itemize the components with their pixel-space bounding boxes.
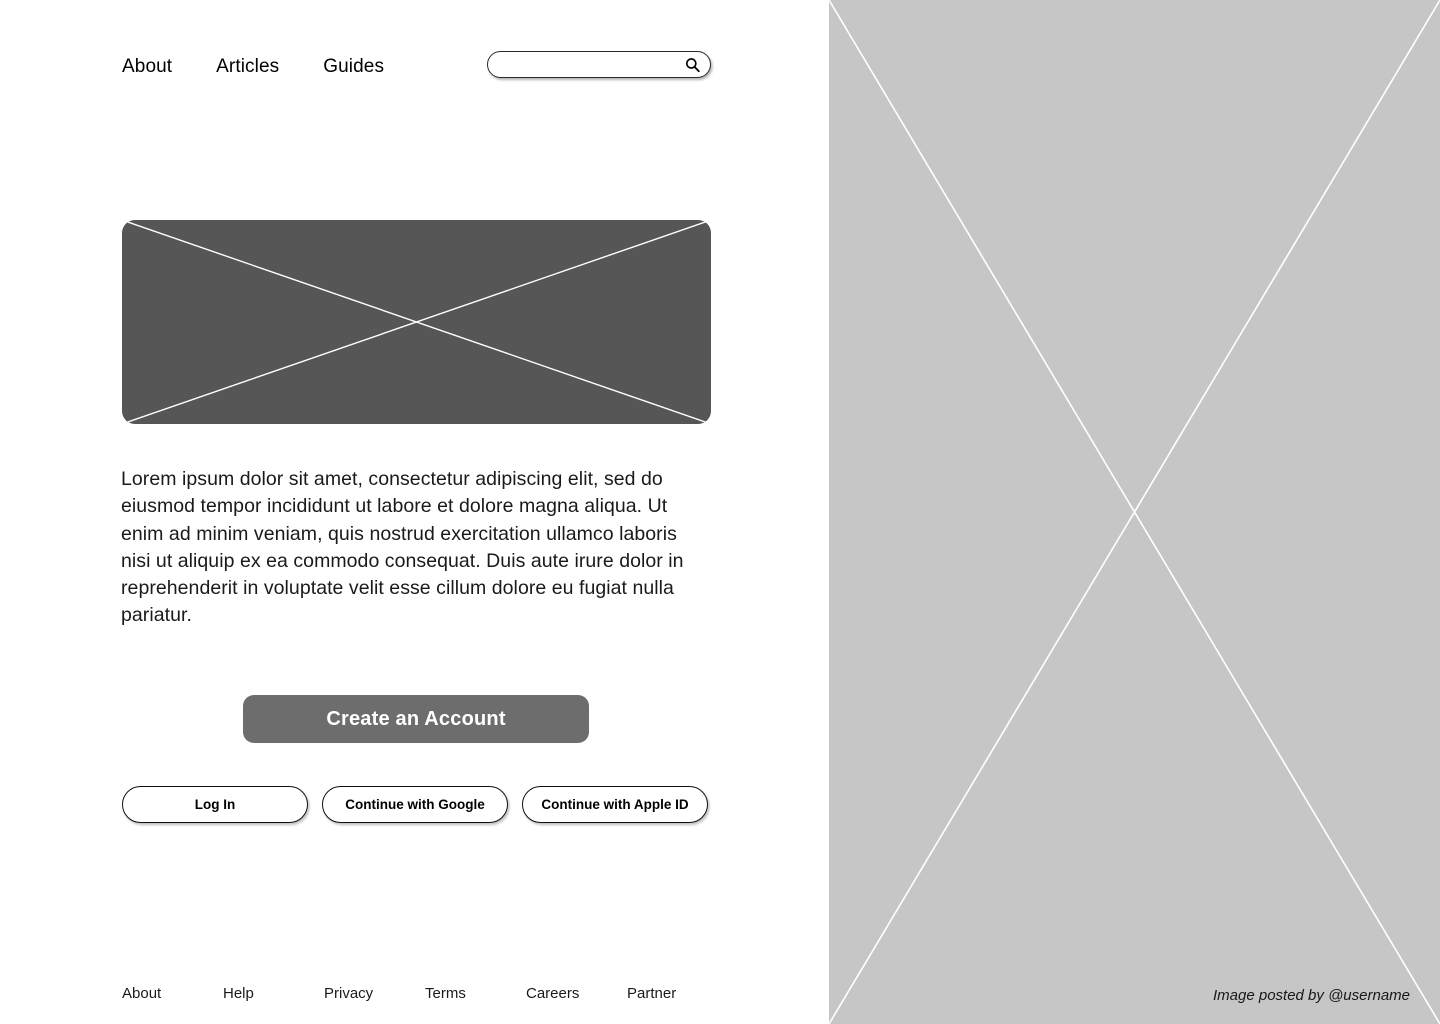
footer-link-about[interactable]: About	[122, 985, 161, 1002]
footer: About Help Privacy Terms Careers Partner	[122, 985, 722, 1003]
image-caption: Image posted by @username	[1213, 987, 1410, 1004]
log-in-button[interactable]: Log In	[122, 786, 308, 823]
continue-with-google-button[interactable]: Continue with Google	[322, 786, 508, 823]
right-image-panel: Image posted by @username	[829, 0, 1440, 1024]
image-placeholder-x-icon	[122, 220, 711, 424]
footer-link-terms[interactable]: Terms	[425, 985, 466, 1002]
nav-item-about[interactable]: About	[122, 56, 172, 78]
footer-link-privacy[interactable]: Privacy	[324, 985, 373, 1002]
footer-link-careers[interactable]: Careers	[526, 985, 579, 1002]
nav-item-articles[interactable]: Articles	[216, 56, 279, 78]
nav-link-list: About Articles Guides	[122, 56, 384, 78]
search-container	[487, 51, 711, 78]
search-box[interactable]	[487, 51, 711, 78]
body-paragraph: Lorem ipsum dolor sit amet, consectetur …	[121, 468, 684, 627]
hero-image-placeholder	[122, 220, 711, 424]
auth-button-row: Log In Continue with Google Continue wit…	[122, 786, 708, 823]
panel-placeholder-x-icon	[829, 0, 1440, 1024]
nav-item-guides[interactable]: Guides	[323, 56, 384, 78]
continue-with-apple-id-button[interactable]: Continue with Apple ID	[522, 786, 708, 823]
create-account-button[interactable]: Create an Account	[243, 695, 589, 743]
footer-link-partner[interactable]: Partner	[627, 985, 676, 1002]
footer-link-list: About Help Privacy Terms Careers Partner	[122, 985, 676, 1003]
wireframe-page: About Articles Guides Lorem ipsum dolor …	[0, 0, 1440, 1024]
footer-link-help[interactable]: Help	[223, 985, 254, 1002]
left-content-pane: About Articles Guides Lorem ipsum dolor …	[0, 0, 829, 1024]
top-navigation: About Articles Guides	[122, 50, 712, 84]
search-input[interactable]	[488, 52, 711, 77]
